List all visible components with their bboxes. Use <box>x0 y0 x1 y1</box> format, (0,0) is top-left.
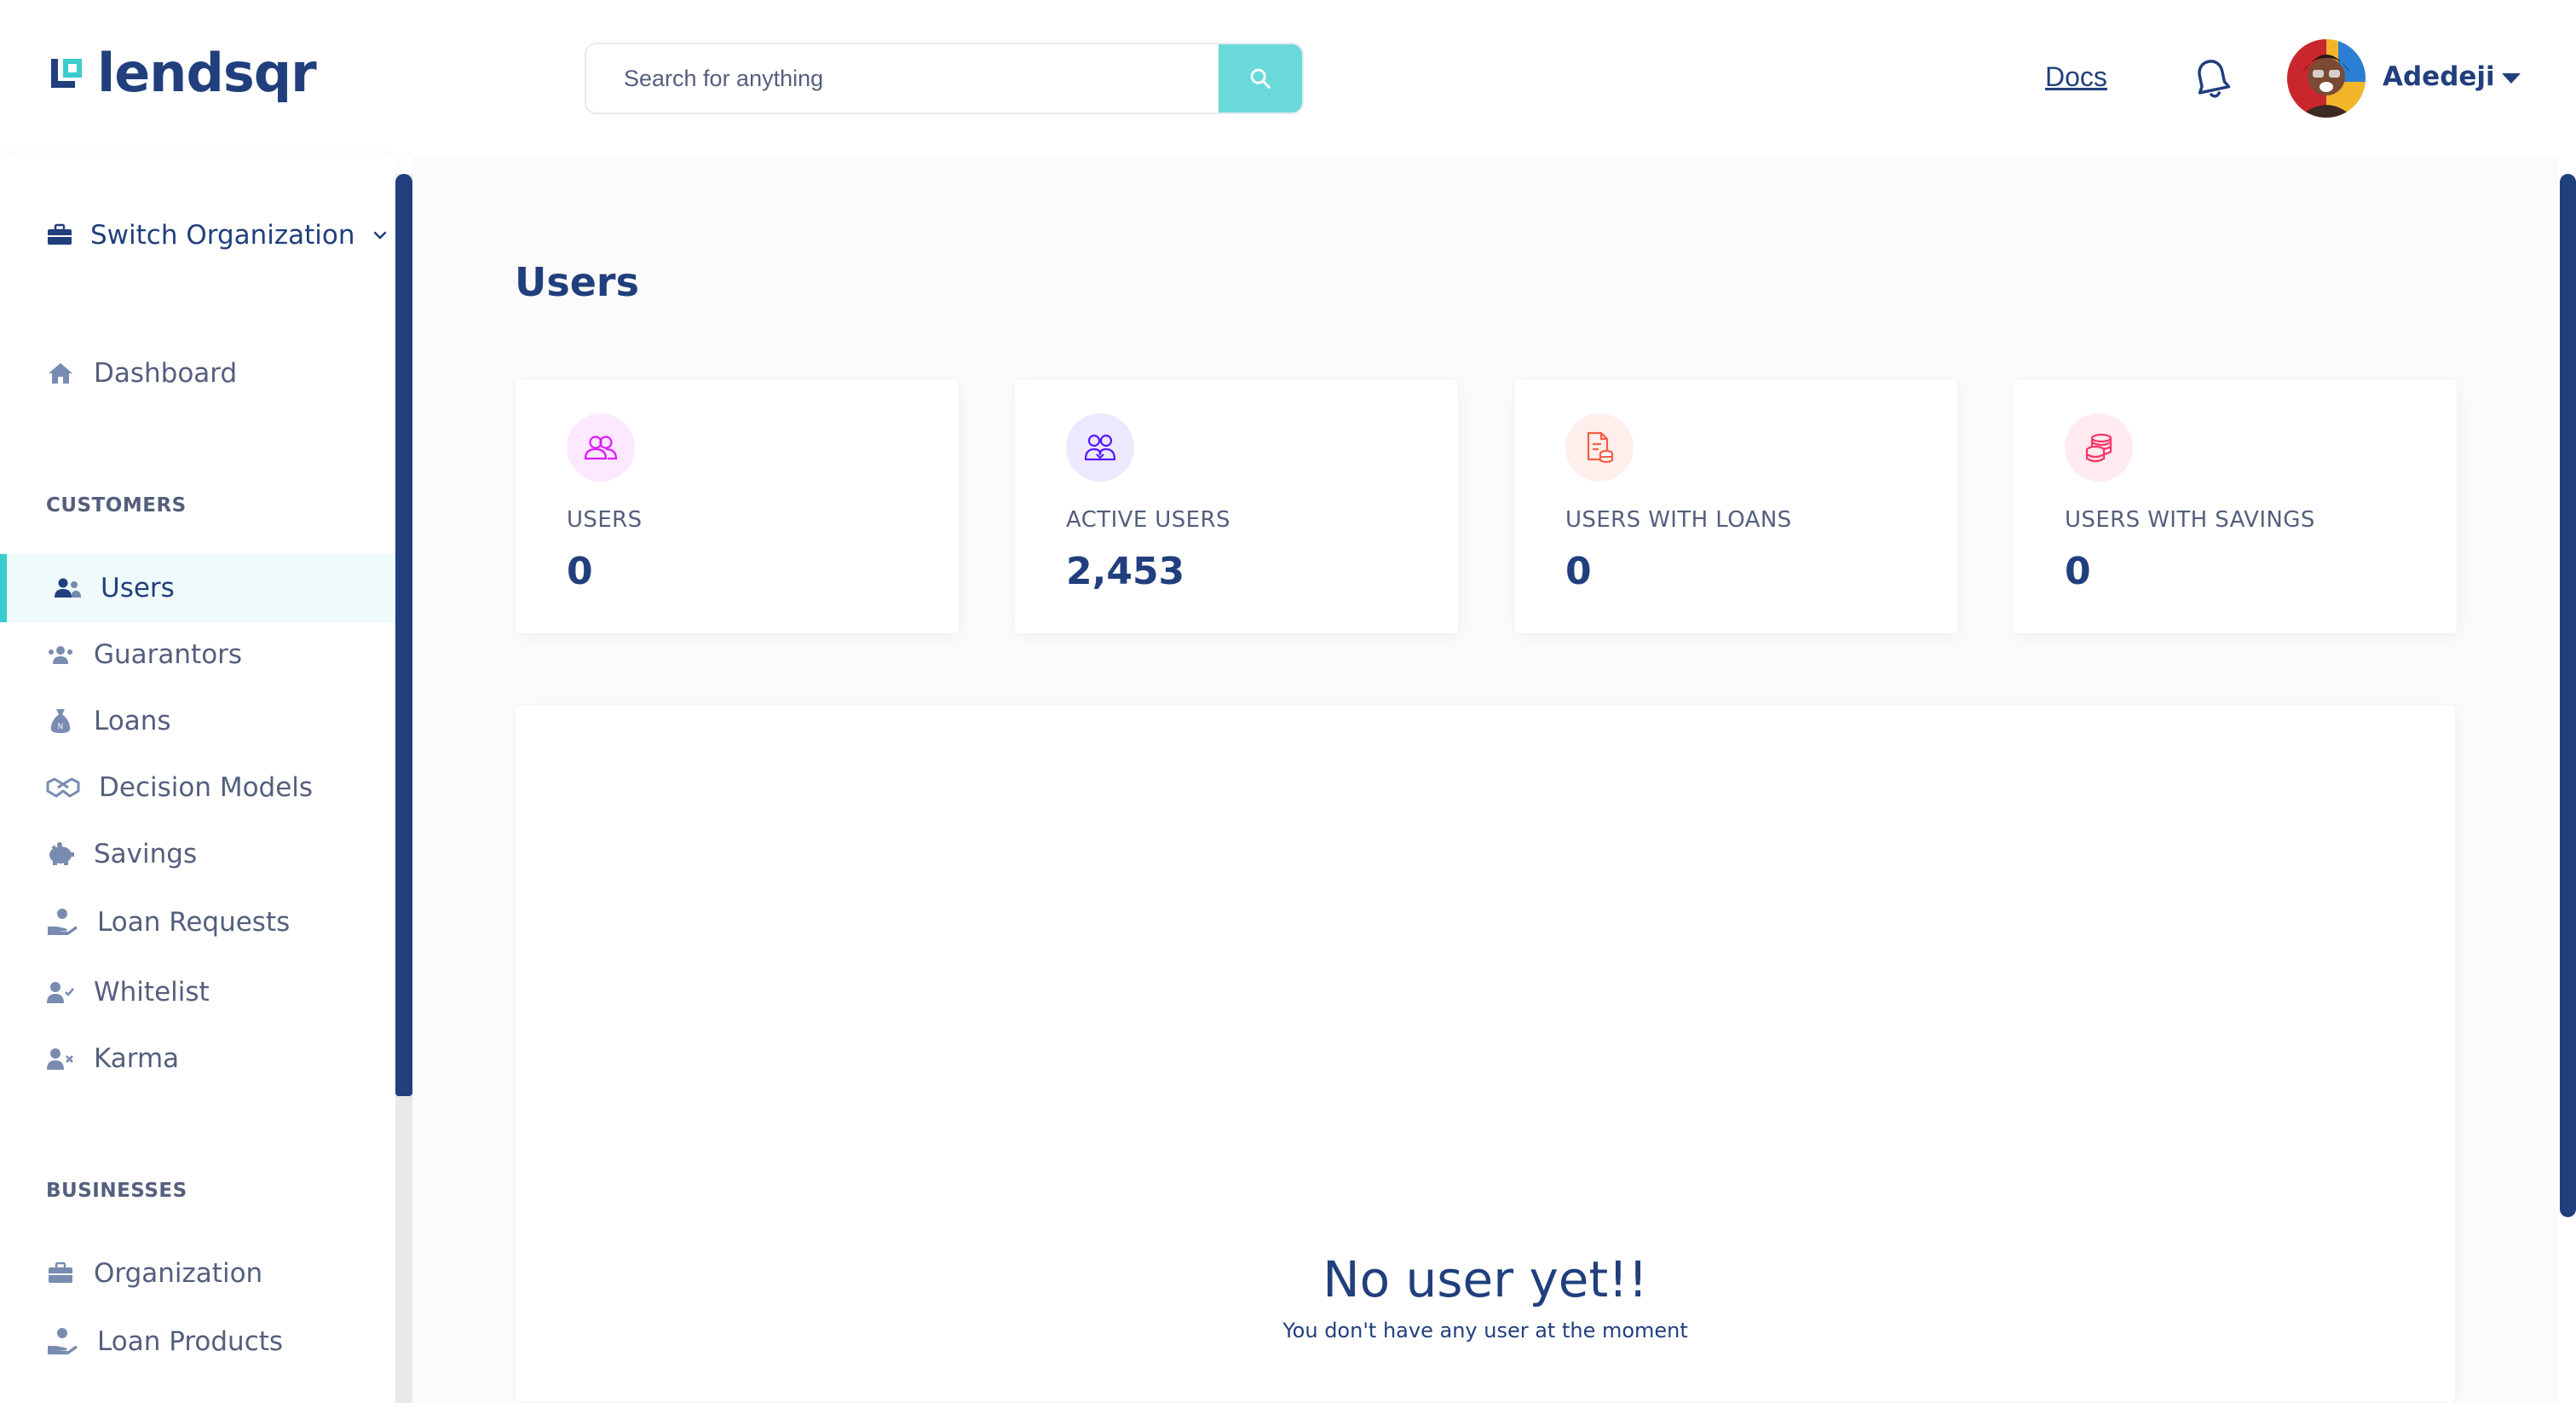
stat-card-users-with-loans: USERS WITH LOANS 0 <box>1513 378 1958 634</box>
handshake-icon <box>46 773 80 802</box>
main-scrollbar-thumb[interactable] <box>2560 174 2576 1217</box>
hand-coin-icon <box>46 1327 78 1356</box>
sidebar-item-label: Dashboard <box>94 358 238 389</box>
guarantors-icon <box>46 640 75 669</box>
sidebar-item-savings[interactable]: Savings <box>46 829 197 880</box>
search-button[interactable] <box>1219 44 1302 113</box>
stat-label: USERS WITH LOANS <box>1565 507 1792 533</box>
users-table-panel: No user yet!! You don't have any user at… <box>515 704 2456 1403</box>
sidebar-item-label: Loan Requests <box>97 907 291 938</box>
empty-state-title: No user yet!! <box>1323 1250 1648 1308</box>
piggy-bank-icon <box>46 840 75 869</box>
sidebar-item-label: Karma <box>94 1043 180 1074</box>
sidebar-item-label: Decision Models <box>99 772 314 803</box>
stat-value: 0 <box>567 550 593 593</box>
sidebar-item-whitelist[interactable]: Whitelist <box>46 967 210 1018</box>
sidebar-item-loans[interactable]: N Loans <box>46 696 171 747</box>
switch-organization-dropdown[interactable]: Switch Organization <box>46 220 388 251</box>
sidebar-item-loan-requests[interactable]: Loan Requests <box>46 897 290 948</box>
stat-card-users-with-savings: USERS WITH SAVINGS 0 <box>2013 378 2458 634</box>
coins-stack-icon <box>2065 413 2133 482</box>
search-input[interactable] <box>586 44 1220 113</box>
docs-link[interactable]: Docs <box>2045 61 2107 93</box>
stat-label: USERS <box>567 507 643 533</box>
sidebar-item-users[interactable]: Users <box>53 563 175 614</box>
sidebar-item-dashboard[interactable]: Dashboard <box>46 348 237 399</box>
page-title: Users <box>515 259 639 305</box>
sidebar-item-guarantors[interactable]: Guarantors <box>46 629 242 680</box>
sidebar-item-label: Savings <box>94 839 198 869</box>
svg-text:N: N <box>58 723 64 731</box>
logo-mark-icon <box>51 59 82 88</box>
avatar-photo <box>2287 39 2366 118</box>
user-x-icon <box>46 1044 75 1073</box>
logo-text: lendsqr <box>97 42 317 104</box>
hand-coin-icon <box>46 908 78 937</box>
sidebar-item-label: Users <box>101 573 175 603</box>
stat-label: USERS WITH SAVINGS <box>2065 507 2315 533</box>
avatar[interactable] <box>2287 39 2366 118</box>
sidebar-item-decision-models[interactable]: Decision Models <box>46 762 313 813</box>
stat-value: 2,453 <box>1066 550 1185 593</box>
empty-state-subtitle: You don't have any user at the moment <box>1282 1319 1688 1342</box>
user-name[interactable]: Adedeji <box>2383 61 2495 92</box>
active-users-icon <box>1066 413 1134 482</box>
bell-icon[interactable] <box>2192 56 2233 102</box>
users-icon <box>567 413 635 482</box>
top-navbar: lendsqr Docs Adedeji <box>0 0 2576 157</box>
search-bar <box>585 43 1304 114</box>
briefcase-icon <box>48 223 72 245</box>
sidebar-item-label: Whitelist <box>94 977 210 1008</box>
stat-card-users: USERS 0 <box>515 378 960 634</box>
sidebar-item-organization[interactable]: Organization <box>46 1248 262 1299</box>
stat-value: 0 <box>1565 550 1592 593</box>
home-icon <box>46 359 75 388</box>
switch-organization-label: Switch Organization <box>90 220 355 251</box>
search-icon <box>1250 68 1271 89</box>
sidebar-item-label: Loan Products <box>97 1326 284 1357</box>
sidebar-item-label: Loans <box>94 706 171 736</box>
chevron-down-icon <box>373 231 386 240</box>
sidebar-scrollbar-thumb[interactable] <box>395 174 412 1096</box>
stat-label: ACTIVE USERS <box>1066 507 1230 533</box>
chevron-down-icon[interactable] <box>2502 73 2521 84</box>
stat-value: 0 <box>2065 550 2091 593</box>
section-title-customers: CUSTOMERS <box>46 494 187 517</box>
sidebar-item-label: Guarantors <box>94 639 243 670</box>
sidebar-item-loan-products[interactable]: Loan Products <box>46 1316 283 1367</box>
loan-document-icon <box>1565 413 1634 482</box>
briefcase-icon <box>46 1259 75 1288</box>
lendsqr-logo[interactable]: lendsqr <box>48 42 317 104</box>
sidebar-item-karma[interactable]: Karma <box>46 1033 179 1084</box>
sidebar-item-label: Organization <box>94 1258 263 1289</box>
user-check-icon <box>46 978 75 1007</box>
section-title-businesses: BUSINESSES <box>46 1180 187 1202</box>
users-icon <box>53 574 82 603</box>
stat-card-active-users: ACTIVE USERS 2,453 <box>1014 378 1459 634</box>
money-sack-icon: N <box>46 707 75 736</box>
